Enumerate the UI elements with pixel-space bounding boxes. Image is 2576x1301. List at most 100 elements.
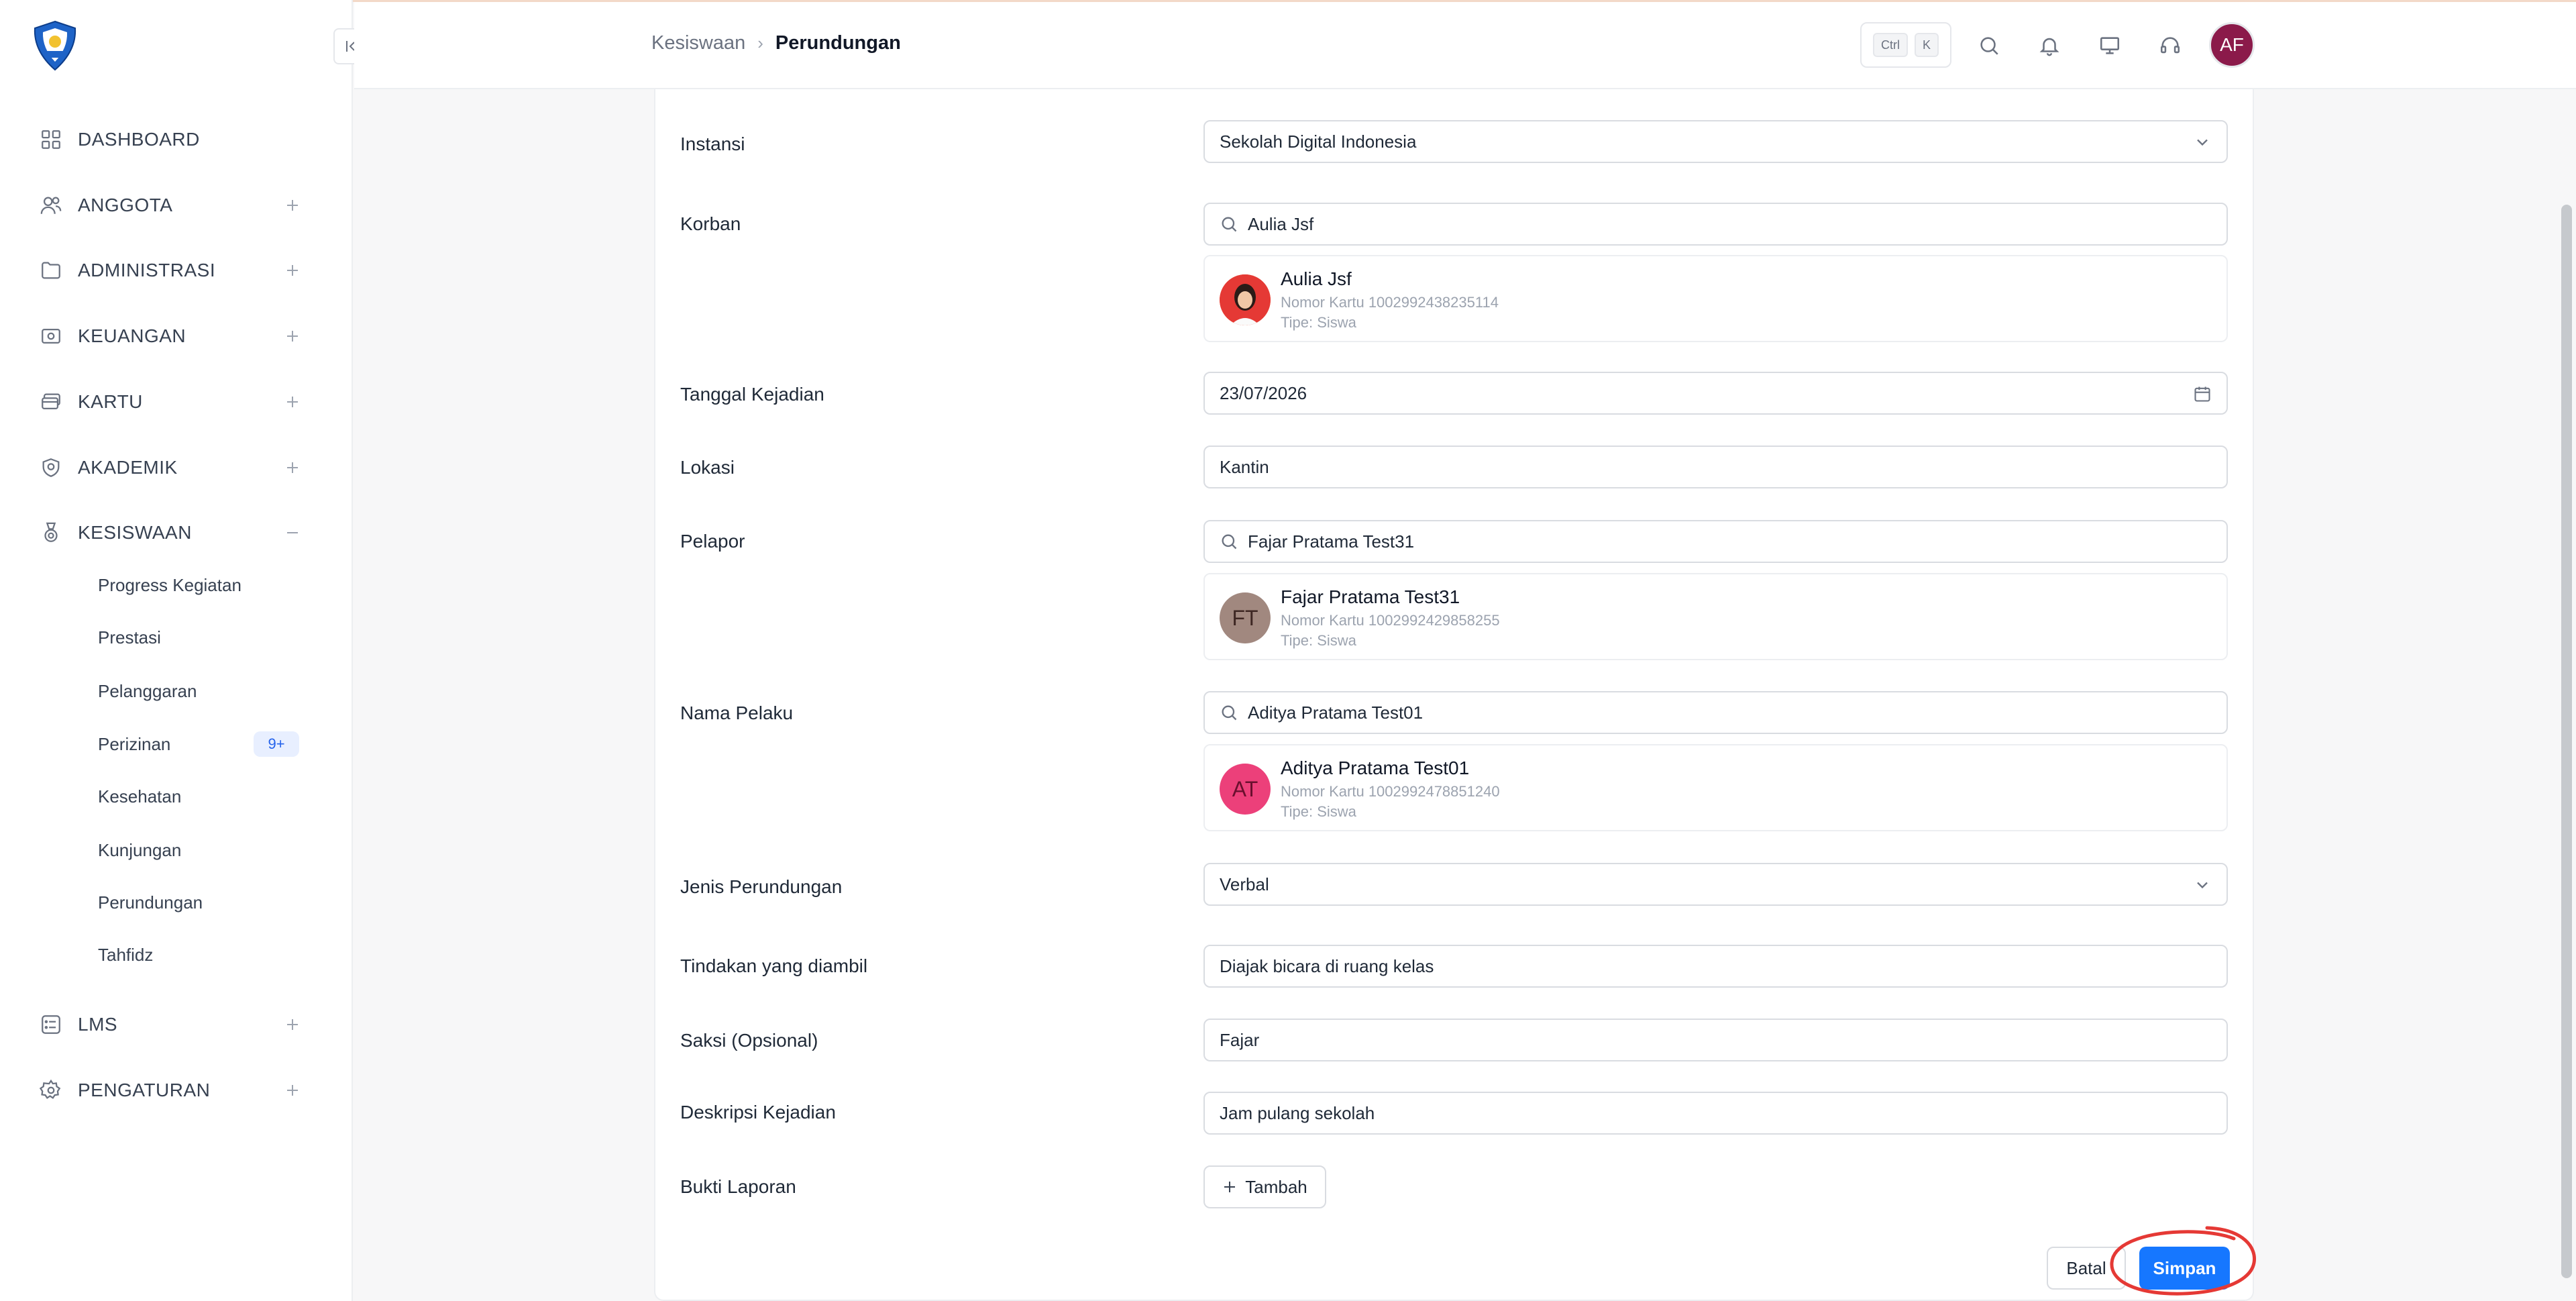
expand-plus-icon[interactable]	[279, 323, 306, 350]
deskripsi-label: Deskripsi Kejadian	[680, 1102, 836, 1123]
headset-icon[interactable]	[2153, 29, 2187, 62]
tanggal-kejadian-value: 23/07/2026	[1220, 382, 1307, 403]
scrollbar-thumb[interactable]	[2561, 205, 2572, 1278]
korban-person-card[interactable]: Aulia Jsf Nomor Kartu 1002992438235114 T…	[1203, 255, 2228, 342]
pelaku-name: Aditya Pratama Test01	[1281, 758, 1470, 778]
sidebar-item-pengaturan[interactable]: PENGATURAN	[38, 1070, 306, 1110]
sidebar-subitem-pelanggaran[interactable]: Pelanggaran	[98, 674, 299, 708]
top-header: Kesiswaan › Perundungan Ctrl K AF	[354, 2, 2576, 89]
sidebar-subitem-progress-kegiatan[interactable]: Progress Kegiatan	[98, 568, 299, 602]
expand-plus-icon[interactable]	[279, 1011, 306, 1038]
saksi-input[interactable]: Fajar	[1203, 1019, 2228, 1061]
chevron-down-icon	[2197, 882, 2208, 889]
bukti-laporan-label: Bukti Laporan	[680, 1176, 796, 1197]
pelaku-card-number: Nomor Kartu 1002992478851240	[1281, 783, 1500, 800]
lokasi-label: Lokasi	[680, 457, 735, 478]
collapse-minus-icon[interactable]	[279, 519, 306, 546]
chevron-right-icon: ›	[757, 33, 763, 53]
expand-plus-icon[interactable]	[279, 192, 306, 219]
folder-icon	[38, 257, 64, 284]
bell-icon[interactable]	[2033, 29, 2066, 62]
pelaku-search-value: Aditya Pratama Test01	[1248, 702, 1424, 723]
deskripsi-input[interactable]: Jam pulang sekolah	[1203, 1092, 2228, 1135]
kbd-k: K	[1914, 33, 1939, 57]
lokasi-value: Kantin	[1220, 456, 1269, 477]
pelapor-person-card[interactable]: FT Fajar Pratama Test31 Nomor Kartu 1002…	[1203, 573, 2228, 660]
search-icon[interactable]	[1972, 29, 2006, 62]
sidebar-item-akademik[interactable]: AKADEMIK	[38, 448, 306, 488]
sidebar-item-label: LMS	[78, 1014, 118, 1035]
korban-type: Tipe: Siswa	[1281, 314, 1356, 331]
sidebar-subitem-kunjungan[interactable]: Kunjungan	[98, 833, 299, 867]
sidebar-item-kesiswaan[interactable]: KESISWAAN	[38, 513, 306, 553]
tanggal-kejadian-label: Tanggal Kejadian	[680, 384, 824, 405]
expand-plus-icon[interactable]	[279, 388, 306, 415]
kbd-ctrl: Ctrl	[1872, 33, 1908, 57]
pelapor-card-number: Nomor Kartu 1002992429858255	[1281, 612, 1500, 629]
pelapor-type: Tipe: Siswa	[1281, 632, 1356, 649]
tambah-button[interactable]: Tambah	[1203, 1165, 1326, 1208]
sidebar-item-label: DASHBOARD	[78, 129, 200, 150]
command-shortcut-button[interactable]: Ctrl K	[1860, 22, 1951, 68]
sidebar-item-label: KEUANGAN	[78, 325, 186, 346]
medal-icon	[38, 519, 64, 546]
expand-plus-icon[interactable]	[279, 257, 306, 284]
dashboard-icon	[38, 126, 64, 153]
sidebar-subitem-kesehatan[interactable]: Kesehatan	[98, 780, 299, 813]
search-icon	[1222, 217, 1237, 232]
saksi-label: Saksi (Opsional)	[680, 1030, 818, 1051]
calendar-icon[interactable]	[2193, 384, 2212, 403]
jenis-perundungan-value: Verbal	[1220, 874, 1269, 894]
breadcrumb-current: Perundungan	[775, 32, 901, 54]
sidebar-item-label: ADMINISTRASI	[78, 260, 216, 280]
sidebar-item-keuangan[interactable]: KEUANGAN	[38, 316, 306, 356]
tindakan-value: Diajak bicara di ruang kelas	[1220, 955, 1434, 976]
lokasi-input[interactable]: Kantin	[1203, 446, 2228, 488]
sidebar-item-kartu[interactable]: KARTU	[38, 382, 306, 422]
sidebar-item-administrasi[interactable]: ADMINISTRASI	[38, 250, 306, 291]
chevron-down-icon	[2197, 139, 2208, 146]
tanggal-kejadian-input[interactable]: 23/07/2026	[1203, 372, 2228, 415]
pelapor-search-input[interactable]: Fajar Pratama Test31	[1203, 520, 2228, 563]
list-icon	[38, 1011, 64, 1038]
sidebar-subitem-perundungan[interactable]: Perundungan	[98, 886, 299, 919]
gear-icon	[38, 1077, 64, 1104]
money-icon	[38, 323, 64, 350]
korban-label: Korban	[680, 213, 741, 234]
sidebar-item-lms[interactable]: LMS	[38, 1004, 306, 1045]
korban-search-input[interactable]: Aulia Jsf	[1203, 203, 2228, 246]
search-icon	[1222, 705, 1237, 721]
breadcrumb-parent[interactable]: Kesiswaan	[651, 32, 745, 54]
perizinan-count-badge: 9+	[254, 731, 299, 757]
jenis-perundungan-select[interactable]: Verbal	[1203, 863, 2228, 906]
pelaku-search-input[interactable]: Aditya Pratama Test01	[1203, 691, 2228, 734]
sidebar-item-label: AKADEMIK	[78, 457, 178, 478]
korban-search-value: Aulia Jsf	[1248, 213, 1314, 234]
pelaku-person-card[interactable]: AT Aditya Pratama Test01 Nomor Kartu 100…	[1203, 744, 2228, 831]
breadcrumb: Kesiswaan › Perundungan	[651, 32, 901, 54]
korban-photo-avatar	[1220, 274, 1271, 325]
pelapor-label: Pelapor	[680, 531, 745, 552]
expand-plus-icon[interactable]	[279, 454, 306, 481]
jenis-perundungan-label: Jenis Perundungan	[680, 876, 843, 897]
korban-card-number: Nomor Kartu 1002992438235114	[1281, 294, 1499, 311]
sidebar-item-dashboard[interactable]: DASHBOARD	[38, 119, 306, 160]
sidebar-subitem-prestasi[interactable]: Prestasi	[98, 621, 299, 654]
logo[interactable]	[28, 19, 82, 72]
academic-icon	[38, 454, 64, 481]
expand-plus-icon[interactable]	[279, 1077, 306, 1104]
instansi-select[interactable]: Sekolah Digital Indonesia	[1203, 120, 2228, 163]
user-avatar[interactable]: AF	[2209, 22, 2255, 68]
sidebar-item-label: KARTU	[78, 391, 143, 412]
sidebar-item-label: PENGATURAN	[78, 1080, 211, 1100]
search-icon	[1222, 534, 1237, 550]
monitor-icon[interactable]	[2093, 29, 2127, 62]
tambah-label: Tambah	[1245, 1176, 1307, 1197]
pelaku-type: Tipe: Siswa	[1281, 803, 1356, 820]
sidebar-subitem-tahfidz[interactable]: Tahfidz	[98, 938, 299, 972]
card-icon	[38, 388, 64, 415]
tindakan-input[interactable]: Diajak bicara di ruang kelas	[1203, 945, 2228, 988]
sidebar: DASHBOARD ANGGOTA ADMINISTRASI KEUANGAN …	[0, 0, 370, 1301]
sidebar-item-anggota[interactable]: ANGGOTA	[38, 185, 306, 225]
nama-pelaku-label: Nama Pelaku	[680, 702, 794, 723]
